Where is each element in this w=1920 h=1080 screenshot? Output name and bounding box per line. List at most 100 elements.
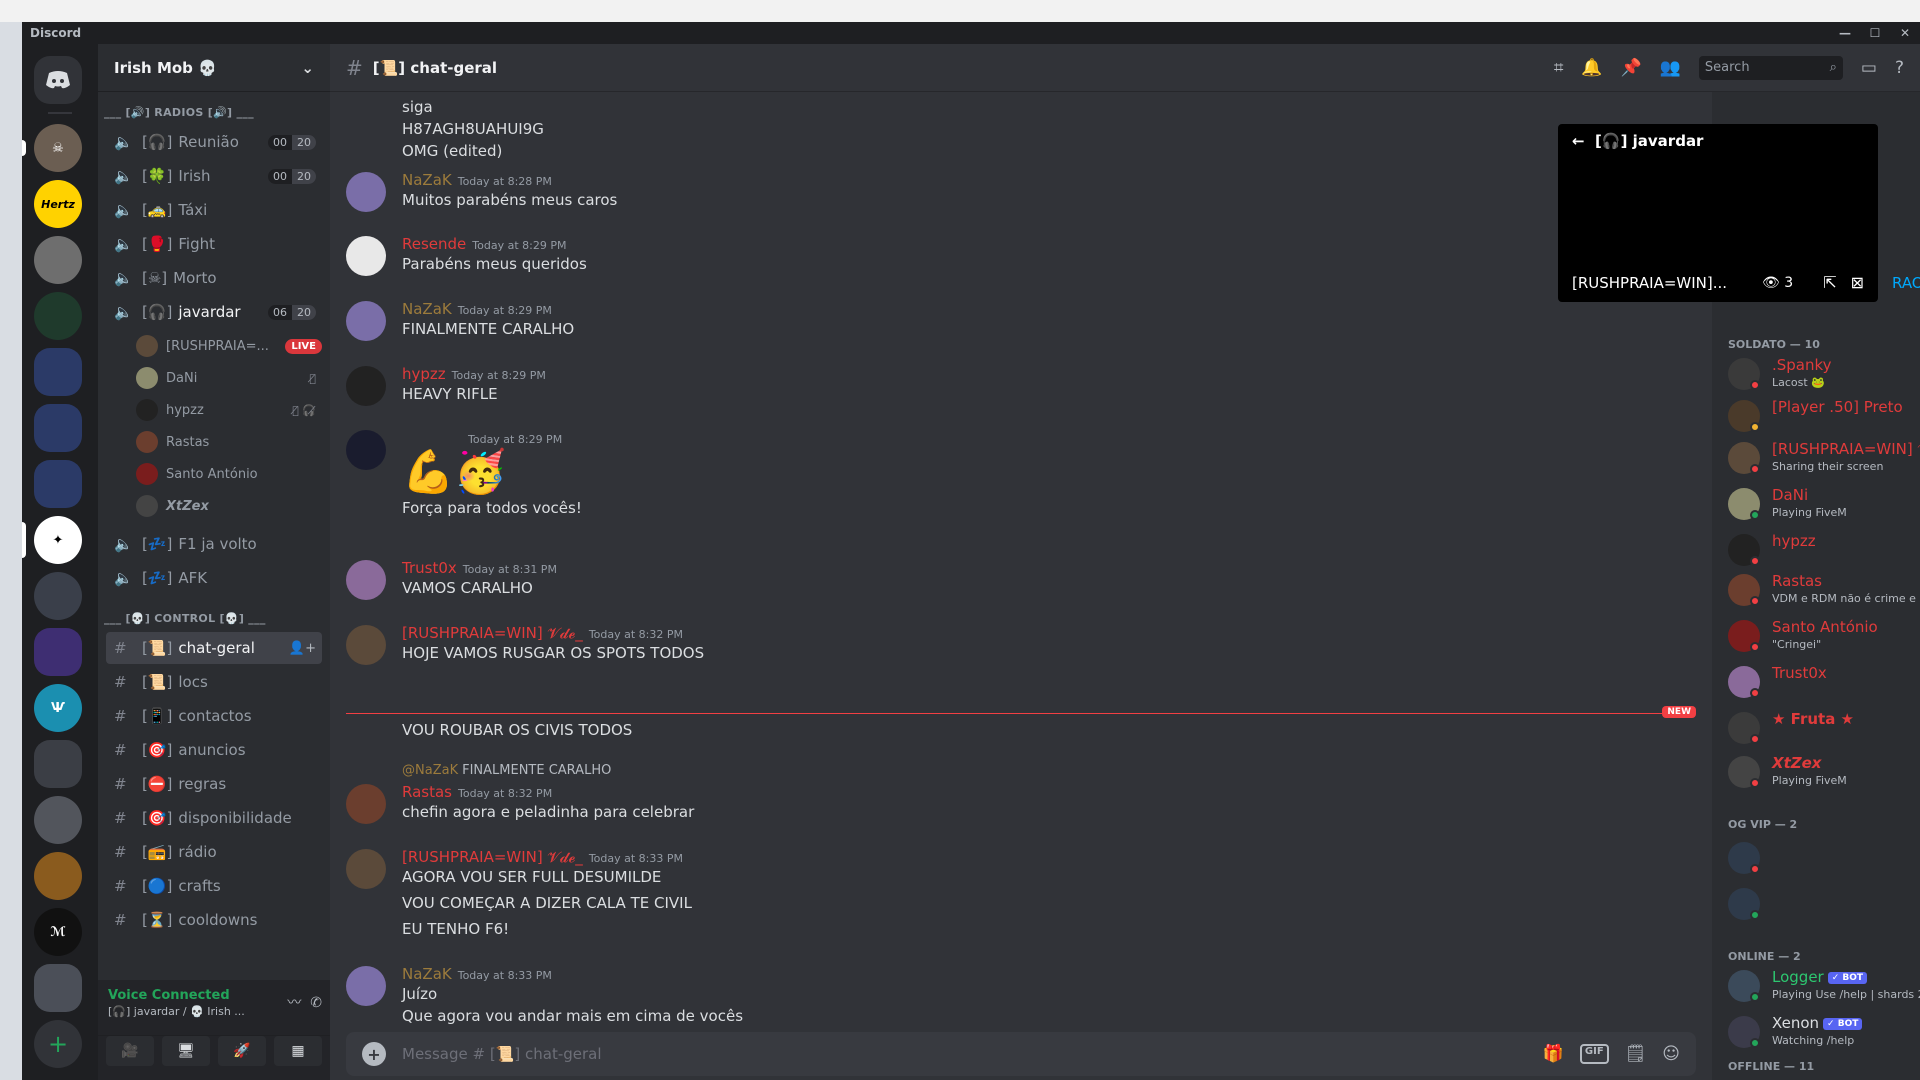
- reply-reference[interactable]: @NaZaK FINALMENTE CARALHO: [402, 763, 611, 778]
- category-control[interactable]: ___ [💀] CONTROL [💀] ___: [98, 606, 330, 630]
- server-icon[interactable]: [34, 852, 82, 900]
- gift-icon[interactable]: 🎁: [1543, 1044, 1564, 1064]
- message-input[interactable]: Message # [📜] chat-geral: [402, 1045, 602, 1063]
- voice-user[interactable]: Rastas: [136, 428, 322, 456]
- voice-channel-reuniao[interactable]: 🔈 [🎧] Reunião 00 20: [106, 126, 322, 158]
- member-item[interactable]: Logger✓ BOT Playing Use /help | shards 2…: [1728, 966, 1920, 1006]
- server-icon[interactable]: [34, 236, 82, 284]
- text-channel-radio[interactable]: # [📻] rádio: [106, 836, 322, 868]
- server-folder[interactable]: [34, 404, 82, 452]
- voice-user[interactable]: [RUSHPRAIA=... LIVE: [136, 332, 322, 360]
- server-icon[interactable]: ✦: [34, 516, 82, 564]
- inbox-icon[interactable]: ▭: [1861, 58, 1877, 78]
- member-item[interactable]: ★ Fruta ★: [1728, 708, 1920, 748]
- sticker-icon[interactable]: 🗒: [1625, 1044, 1647, 1064]
- stream-popout[interactable]: ← [🎧] javardar [RUSHPRAIA=WIN]... 👁 3 ⇱ …: [1558, 124, 1878, 302]
- server-folder[interactable]: [34, 348, 82, 396]
- noise-suppression-icon[interactable]: 〰: [287, 995, 301, 1011]
- server-icon[interactable]: ℳ: [34, 908, 82, 956]
- member-item[interactable]: Santo António "Cringei": [1728, 616, 1920, 656]
- text-channel-anuncios[interactable]: # [🎯] anuncios: [106, 734, 322, 766]
- server-folder[interactable]: [34, 740, 82, 788]
- member-item[interactable]: hypzz: [1728, 530, 1920, 570]
- voice-user[interactable]: XtZex: [136, 492, 322, 520]
- help-icon[interactable]: ?: [1895, 58, 1904, 78]
- server-icon[interactable]: Ѱ: [34, 684, 82, 732]
- activity-button[interactable]: 🚀: [218, 1036, 266, 1066]
- pin-icon[interactable]: 📌: [1621, 58, 1642, 78]
- server-folder[interactable]: [34, 460, 82, 508]
- member-item[interactable]: Rastas VDM e RDM não é crime e ...: [1728, 570, 1920, 610]
- server-icon[interactable]: ☠: [34, 124, 82, 172]
- text-channel-regras[interactable]: # [⛔] regras: [106, 768, 322, 800]
- server-icon[interactable]: [34, 796, 82, 844]
- message[interactable]: Today at 8:29 PM 💪🥳 Força para todos voc…: [346, 428, 1696, 519]
- minimize-icon[interactable]: —: [1830, 22, 1860, 44]
- avatar[interactable]: [346, 301, 386, 341]
- message[interactable]: hypzz Today at 8:29 PM HEAVY RIFLE: [346, 364, 1696, 406]
- member-item[interactable]: [1728, 884, 1920, 924]
- server-icon[interactable]: [34, 572, 82, 620]
- voice-channel-afk[interactable]: 🔈 [💤] AFK: [106, 562, 322, 594]
- server-folder[interactable]: [34, 628, 82, 676]
- member-item[interactable]: [Player .50] Preto: [1728, 396, 1920, 436]
- avatar[interactable]: [346, 560, 386, 600]
- avatar[interactable]: [346, 966, 386, 1006]
- message[interactable]: NaZaK Today at 8:33 PM Juízo Que agora vo…: [346, 964, 1696, 1027]
- avatar[interactable]: [346, 236, 386, 276]
- text-channel-locs[interactable]: # [📜] locs: [106, 666, 322, 698]
- server-icon[interactable]: [34, 292, 82, 340]
- category-radios[interactable]: ___ [🔊] RADIOS [🔊] ___: [98, 100, 330, 124]
- text-channel-crafts[interactable]: # [🔵] crafts: [106, 870, 322, 902]
- text-channel-contactos[interactable]: # [📱] contactos: [106, 700, 322, 732]
- member-item[interactable]: Xenon ✓ BOT Watching /help: [1728, 1012, 1920, 1052]
- voice-channel-morto[interactable]: 🔈 [☠] Morto: [106, 262, 322, 294]
- disconnect-icon[interactable]: ✆: [310, 995, 322, 1011]
- avatar[interactable]: [346, 625, 386, 665]
- stop-stream-icon[interactable]: ⊠: [1851, 273, 1864, 292]
- chevron-down-icon[interactable]: ⌄: [301, 59, 314, 77]
- member-list-icon[interactable]: 👥: [1660, 58, 1681, 78]
- text-channel-chat-geral[interactable]: # [📜] chat-geral 👤+: [106, 632, 322, 664]
- member-item[interactable]: [1728, 838, 1920, 878]
- avatar[interactable]: [346, 849, 386, 889]
- popout-title[interactable]: ← [🎧] javardar: [1572, 132, 1703, 150]
- member-item[interactable]: Trust0x: [1728, 662, 1920, 702]
- server-folder[interactable]: [34, 964, 82, 1012]
- camera-button[interactable]: 🎥: [106, 1036, 154, 1066]
- discord-home-icon[interactable]: [34, 56, 82, 104]
- message[interactable]: NaZaK Today at 8:28 PM Muitos parabéns me…: [346, 170, 1696, 212]
- avatar[interactable]: [346, 172, 386, 212]
- threads-icon[interactable]: ⌗: [1554, 58, 1564, 78]
- member-item[interactable]: .Spanky Lacost 🐸: [1728, 354, 1920, 394]
- member-item[interactable]: XtZex Playing FiveM: [1728, 752, 1920, 792]
- voice-user[interactable]: Santo António: [136, 460, 322, 488]
- popout-external-icon[interactable]: ⇱: [1823, 273, 1836, 292]
- avatar[interactable]: [346, 784, 386, 824]
- server-header[interactable]: Irish Mob 💀 ⌄: [98, 44, 330, 92]
- voice-channel-taxi[interactable]: 🔈 [🚕] Táxi: [106, 194, 322, 226]
- search-input[interactable]: Search ⌕: [1698, 55, 1843, 80]
- voice-channel-irish[interactable]: 🔈 [🍀] Irish 00 20: [106, 160, 322, 192]
- voice-channel-javardar[interactable]: 🔈 [🎧] javardar 06 20: [106, 296, 322, 328]
- soundboard-button[interactable]: ▦: [274, 1036, 322, 1066]
- server-icon-hertz[interactable]: Hertz: [34, 180, 82, 228]
- message[interactable]: NaZaK Today at 8:29 PM FINALMENTE CARALHO: [346, 299, 1696, 341]
- member-item[interactable]: [RUSHPRAIA=WIN] 𝓥...Sharing their screen: [1728, 438, 1920, 478]
- message[interactable]: [RUSHPRAIA=WIN] 𝓥𝓭𝓮_ Today at 8:32 PM HOJ…: [346, 623, 1696, 665]
- notification-bell-icon[interactable]: 🔔: [1581, 58, 1602, 78]
- attach-plus-icon[interactable]: +: [362, 1042, 386, 1066]
- screen-share-button[interactable]: 🖥: [162, 1036, 210, 1066]
- voice-user[interactable]: DaNi 🎙̸: [136, 364, 322, 392]
- voice-channel-f1[interactable]: 🔈 [💤] F1 ja volto: [106, 528, 322, 560]
- voice-channel-fight[interactable]: 🔈 [🥊] Fight: [106, 228, 322, 260]
- message[interactable]: Trust0x Today at 8:31 PM VAMOS CARALHO: [346, 558, 1696, 600]
- message[interactable]: [RUSHPRAIA=WIN] 𝓥𝓭𝓮_ Today at 8:33 PM AGO…: [346, 847, 1696, 940]
- add-server-icon[interactable]: +: [34, 1020, 82, 1068]
- message[interactable]: Rastas Today at 8:32 PM chefin agora e pe…: [346, 782, 1696, 824]
- avatar[interactable]: [346, 430, 386, 470]
- gif-button[interactable]: GIF: [1579, 1044, 1609, 1064]
- text-channel-cooldowns[interactable]: # [⏳] cooldowns: [106, 904, 322, 936]
- text-channel-disponibilidade[interactable]: # [🎯] disponibilidade: [106, 802, 322, 834]
- maximize-icon[interactable]: ☐: [1860, 22, 1890, 44]
